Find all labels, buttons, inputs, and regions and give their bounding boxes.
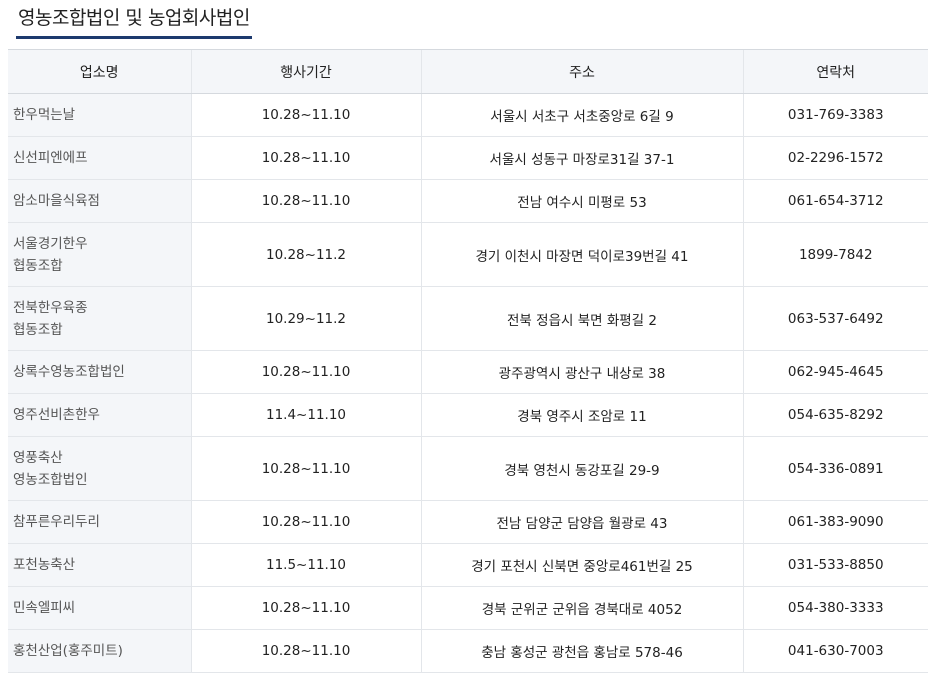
cell-contact: 061-654-3712 <box>742 179 928 223</box>
table-body: 한우먹는날 10.28~11.10 서울시 서초구 서초중앙로 6길 9 031-76… <box>8 93 928 673</box>
cell-contact: 054-635-8292 <box>742 393 928 437</box>
business-name-line: 신선피엔에프 <box>13 150 88 166</box>
business-name-line: 영농조합법인 <box>13 471 88 488</box>
cell-contact: 041-630-7003 <box>742 629 928 673</box>
cell-address: 전남 여수시 미평로 53 <box>420 179 743 223</box>
cell-address: 서울시 서초구 서초중앙로 6길 9 <box>420 93 743 137</box>
cell-contact: 031-533-8850 <box>742 543 928 587</box>
cell-address: 경북 영주시 조암로 11 <box>420 393 743 437</box>
table-row: 영주선비촌한우 11.4~11.10 경북 영주시 조암로 11 054-635-82… <box>8 393 928 437</box>
cell-event-period: 10.28~11.10 <box>190 436 421 501</box>
header-contact: 연락처 <box>742 49 928 94</box>
table-row: 전북한우육종 협동조합 10.29~11.2 전북 정읍시 북면 화평길 2 063-5… <box>8 286 928 351</box>
cell-business-name: 참푸른우리두리 <box>8 500 191 544</box>
cell-business-name: 전북한우육종협동조합 <box>8 286 191 351</box>
cell-address: 경북 군위군 군위읍 경북대로 4052 <box>420 586 743 630</box>
cell-business-name: 포천농축산 <box>8 543 191 587</box>
cell-business-name: 한우먹는날 <box>8 93 191 137</box>
business-name-line: 전북한우육종 <box>13 299 88 316</box>
header-address: 주소 <box>420 49 743 94</box>
business-name-line: 포천농축산 <box>13 557 76 573</box>
table-header-row: 업소명 행사기간 주소 연락처 <box>8 49 928 94</box>
cell-event-period: 10.28~11.2 <box>190 222 421 287</box>
cell-event-period: 10.28~11.10 <box>190 629 421 673</box>
business-table: 업소명 행사기간 주소 연락처 한우먹는날 10.28~11.10 서울시 서초구 … <box>8 49 928 673</box>
cell-contact: 031-769-3383 <box>742 93 928 137</box>
cell-event-period: 10.29~11.2 <box>190 286 421 351</box>
cell-event-period: 10.28~11.10 <box>190 586 421 630</box>
page-title: 영농조합법인 및 농업회사법인 <box>18 7 250 29</box>
cell-address: 충남 홍성군 광천읍 홍남로 578-46 <box>420 629 743 673</box>
cell-address: 경기 이천시 마장면 덕이로39번길 41 <box>420 222 743 287</box>
business-name-line: 홍천산업(홍주미트) <box>13 643 123 659</box>
cell-address: 서울시 성동구 마장로31길 37-1 <box>420 136 743 180</box>
cell-address: 전남 담양군 담양읍 월광로 43 <box>420 500 743 544</box>
business-name-line: 민속엘피씨 <box>13 600 76 616</box>
table-row: 민속엘피씨 10.28~11.10 경북 군위군 군위읍 경북대로 4052 054-… <box>8 586 928 630</box>
table-row: 한우먹는날 10.28~11.10 서울시 서초구 서초중앙로 6길 9 031-76… <box>8 93 928 137</box>
business-name-line: 한우먹는날 <box>13 107 76 123</box>
cell-contact: 054-380-3333 <box>742 586 928 630</box>
table-row: 영풍축산 영농조합법인 10.28~11.10 경북 영천시 동강포길 29-9 054… <box>8 436 928 501</box>
table-row: 암소마을식육점 10.28~11.10 전남 여수시 미평로 53 061-654-3… <box>8 179 928 223</box>
cell-address: 경기 포천시 신북면 중앙로461번길 25 <box>420 543 743 587</box>
table-row: 서울경기한우 협동조합 10.28~11.2 경기 이천시 마장면 덕이로39번길 4… <box>8 222 928 287</box>
cell-event-period: 10.28~11.10 <box>190 350 421 394</box>
business-name-line: 상록수영농조합법인 <box>13 364 125 380</box>
cell-address: 광주광역시 광산구 내상로 38 <box>420 350 743 394</box>
page-title-wrap: 영농조합법인 및 농업회사법인 <box>16 0 252 39</box>
business-name-line: 서울경기한우 <box>13 235 88 252</box>
table-row: 신선피엔에프 10.28~11.10 서울시 성동구 마장로31길 37-1 02-2… <box>8 136 928 180</box>
cell-business-name: 영풍축산영농조합법인 <box>8 436 191 501</box>
business-name-line: 협동조합 <box>13 321 63 338</box>
cell-event-period: 10.28~11.10 <box>190 93 421 137</box>
business-name-line: 협동조합 <box>13 257 63 274</box>
cell-event-period: 11.5~11.10 <box>190 543 421 587</box>
cell-contact: 063-537-6492 <box>742 286 928 351</box>
cell-contact: 061-383-9090 <box>742 500 928 544</box>
cell-contact: 062-945-4645 <box>742 350 928 394</box>
cell-business-name: 신선피엔에프 <box>8 136 191 180</box>
table-row: 참푸른우리두리 10.28~11.10 전남 담양군 담양읍 월광로 43 061-3… <box>8 500 928 544</box>
business-name-line: 영풍축산 <box>13 449 63 466</box>
business-name-line: 영주선비촌한우 <box>13 407 100 423</box>
cell-address: 경북 영천시 동강포길 29-9 <box>420 436 743 501</box>
business-name-line: 암소마을식육점 <box>13 193 100 209</box>
cell-business-name: 홍천산업(홍주미트) <box>8 629 191 673</box>
cell-contact: 02-2296-1572 <box>742 136 928 180</box>
header-business-name: 업소명 <box>8 49 191 94</box>
cell-business-name: 암소마을식육점 <box>8 179 191 223</box>
cell-business-name: 민속엘피씨 <box>8 586 191 630</box>
cell-contact: 1899-7842 <box>742 222 928 287</box>
header-event-period: 행사기간 <box>190 49 421 94</box>
cell-event-period: 10.28~11.10 <box>190 500 421 544</box>
cell-contact: 054-336-0891 <box>742 436 928 501</box>
cell-business-name: 상록수영농조합법인 <box>8 350 191 394</box>
cell-event-period: 11.4~11.10 <box>190 393 421 437</box>
cell-event-period: 10.28~11.10 <box>190 179 421 223</box>
cell-event-period: 10.28~11.10 <box>190 136 421 180</box>
business-name-line: 참푸른우리두리 <box>13 514 100 530</box>
cell-address: 전북 정읍시 북면 화평길 2 <box>420 286 743 351</box>
table-row: 상록수영농조합법인 10.28~11.10 광주광역시 광산구 내상로 38 062-… <box>8 350 928 394</box>
table-row: 홍천산업(홍주미트) 10.28~11.10 충남 홍성군 광천읍 홍남로 578-… <box>8 629 928 673</box>
cell-business-name: 서울경기한우협동조합 <box>8 222 191 287</box>
table-row: 포천농축산 11.5~11.10 경기 포천시 신북면 중앙로461번길 25 031… <box>8 543 928 587</box>
cell-business-name: 영주선비촌한우 <box>8 393 191 437</box>
